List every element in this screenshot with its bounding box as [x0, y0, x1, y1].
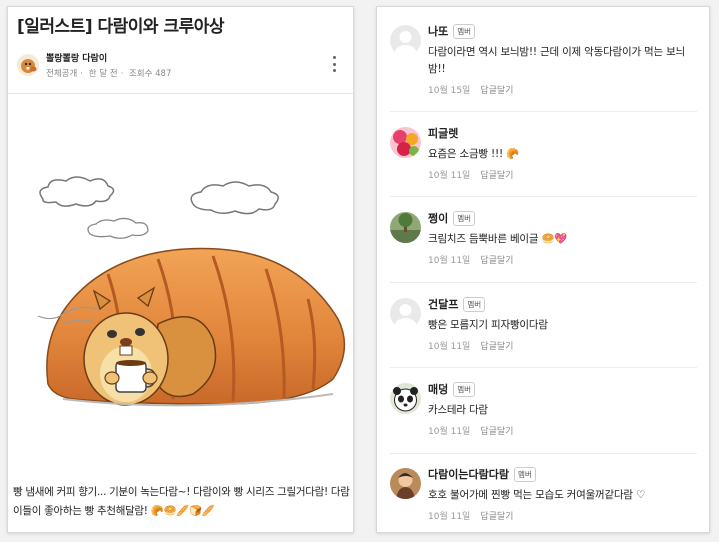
member-badge: 멤버 [453, 24, 476, 39]
comment-date: 10월 11일 [428, 512, 471, 522]
commenter-name[interactable]: 다람이는다람다람 멤버 [428, 466, 536, 482]
comment-date: 10월 11일 [428, 342, 471, 352]
comment-date: 10월 15일 [428, 86, 471, 96]
commenter-avatar[interactable] [390, 212, 421, 243]
comment-divider [390, 453, 697, 454]
commenter-name-text[interactable]: 다람이는다람다람 [428, 468, 509, 481]
post-illustration [8, 94, 353, 477]
member-badge: 멤버 [463, 297, 486, 312]
comment-date: 10월 11일 [428, 427, 471, 437]
comment-text: 카스테라 다람 [428, 404, 488, 416]
comment-divider [390, 367, 697, 368]
post-visibility: 전체공개 [46, 69, 78, 79]
commenter-name-text[interactable]: 쩡이 [428, 212, 448, 225]
reply-button[interactable]: 답글달기 [480, 86, 513, 96]
reply-button[interactable]: 답글달기 [480, 512, 513, 522]
comment-date: 10월 11일 [428, 171, 471, 181]
post-card: [일러스트] 다람이와 크루아상 뽈랑뽈랑 다람이 전체공개 · 한 달 전 · 조… [7, 6, 354, 533]
comment-text: 호호 불어가메 찐빵 먹는 모습도 커여울꺼같다람 ♡ [428, 489, 646, 501]
reply-button[interactable]: 답글달기 [480, 342, 513, 352]
commenter-name[interactable]: 매덩 멤버 [428, 381, 476, 397]
member-badge: 멤버 [453, 382, 476, 397]
comment-divider [390, 111, 697, 112]
commenter-name[interactable]: 건달프 멤버 [428, 296, 486, 312]
commenter-name-text[interactable]: 건달프 [428, 298, 458, 311]
post-body: 빵 냄새에 커피 향기... 기분이 녹는다람~! 다람이와 빵 시리즈 그릴거… [13, 486, 350, 517]
comment-item: 매덩 멤버 카스테라 다람 10월 11일 답글달기 [390, 381, 700, 461]
comment-divider [390, 282, 697, 283]
post-title: [일러스트] 다람이와 크루아상 [17, 17, 225, 37]
reply-button[interactable]: 답글달기 [480, 256, 513, 266]
comment-item: 피글렛 요즘은 소금빵 !!! 🥐 10월 11일 답글달기 [390, 125, 700, 205]
commenter-avatar[interactable] [390, 25, 421, 56]
comment-item: 다람이는다람다람 멤버 호호 불어가메 찐빵 먹는 모습도 커여울꺼같다람 ♡ 1… [390, 466, 700, 532]
commenter-name-text[interactable]: 피글렛 [428, 127, 458, 140]
comment-divider [390, 196, 697, 197]
reply-button[interactable]: 답글달기 [480, 427, 513, 437]
comment-date: 10월 11일 [428, 256, 471, 266]
comment-meta: 10월 11일 답글달기 [428, 424, 513, 437]
comment-meta: 10월 11일 답글달기 [428, 253, 513, 266]
comment-item: 건달프 멤버 빵은 모름지기 피자빵이다람 10월 11일 답글달기 [390, 296, 700, 376]
post-views: 조회수 487 [128, 69, 172, 79]
commenter-avatar[interactable] [390, 468, 421, 499]
commenter-name[interactable]: 쩡이 멤버 [428, 210, 476, 226]
author-name[interactable]: 뽈랑뽈랑 다람이 [46, 51, 107, 64]
comment-meta: 10월 11일 답글달기 [428, 168, 513, 181]
comment-meta: 10월 11일 답글달기 [428, 339, 513, 352]
comment-meta: 10월 11일 답글달기 [428, 509, 513, 522]
comment-meta: 10월 15일 답글달기 [428, 83, 513, 96]
comment-list: 나또 멤버 다람이라면 역시 보늬밤!! 근데 이제 악동다람이가 먹는 보늬밤!… [376, 6, 710, 533]
author-row: 뽈랑뽈랑 다람이 전체공개 · 한 달 전 · 조회수 487 [17, 51, 347, 83]
commenter-avatar[interactable] [390, 127, 421, 158]
comment-text: 크림치즈 듬뿍바른 베이글 🥯💖 [428, 233, 568, 245]
comment-item: 쩡이 멤버 크림치즈 듬뿍바른 베이글 🥯💖 10월 11일 답글달기 [390, 210, 700, 290]
post-time: 한 달 전 [88, 69, 118, 79]
commenter-name-text[interactable]: 매덩 [428, 383, 448, 396]
member-badge: 멤버 [513, 467, 536, 482]
meta-dot: · [120, 69, 124, 79]
comment-item: 나또 멤버 다람이라면 역시 보늬밤!! 근데 이제 악동다람이가 먹는 보늬밤!… [390, 23, 700, 103]
commenter-avatar[interactable] [390, 383, 421, 414]
comment-text: 다람이라면 역시 보늬밤!! 근데 이제 악동다람이가 먹는 보늬밤!! [428, 46, 686, 75]
commenter-name-text[interactable]: 나또 [428, 25, 448, 38]
author-avatar[interactable] [17, 54, 39, 76]
comment-text: 요즘은 소금빵 !!! 🥐 [428, 148, 520, 160]
post-meta: 전체공개 · 한 달 전 · 조회수 487 [46, 67, 174, 79]
member-badge: 멤버 [453, 211, 476, 226]
meta-dot: · [80, 69, 83, 79]
more-options-icon[interactable] [329, 56, 339, 72]
commenter-name[interactable]: 피글렛 [428, 125, 458, 141]
comment-text: 빵은 모름지기 피자빵이다람 [428, 319, 548, 331]
commenter-avatar[interactable] [390, 298, 421, 329]
reply-button[interactable]: 답글달기 [480, 171, 513, 181]
commenter-name[interactable]: 나또 멤버 [428, 23, 476, 39]
